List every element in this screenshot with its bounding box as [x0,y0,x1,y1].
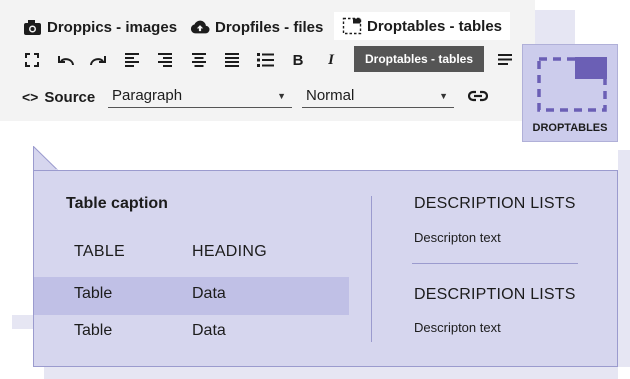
undo-icon [58,56,74,66]
align-right-button[interactable] [153,48,177,72]
bulleted-list-button[interactable] [253,48,277,72]
align-left-icon [125,53,139,67]
fullscreen-button[interactable] [20,48,44,72]
editor-toolbar: Droppics - images Dropfiles - files Drop… [0,0,535,121]
background-strip [12,315,34,329]
table-selection-icon [342,16,362,36]
block-format-value: Paragraph [112,87,183,104]
droppics-tab-label: Droppics - images [47,18,178,36]
droptables-button-label: DROPTABLES [532,122,608,134]
droptables-tab-label: Droptables - tables [367,17,503,35]
droptables-insert-button[interactable]: DROPTABLES [522,44,618,142]
more-button[interactable] [493,48,517,72]
code-icon: <> [22,89,39,105]
bulleted-list-icon [256,53,274,67]
align-justify-icon [225,53,239,67]
block-format-select[interactable]: Paragraph ▼ [108,84,292,108]
horizontal-divider [412,263,578,264]
background-strip [618,150,630,367]
fullscreen-icon [25,53,39,67]
table-cell: Data [192,322,226,339]
dropfiles-tab[interactable]: Dropfiles - files [190,15,323,39]
source-label: Source [44,88,96,106]
description-list-title: DESCRIPTION LISTS [414,195,576,212]
link-icon [468,90,488,102]
align-right-icon [158,53,172,67]
cloud-upload-icon [190,17,210,37]
redo-icon [90,56,106,66]
chevron-down-icon: ▼ [277,90,286,101]
font-size-select[interactable]: Normal ▼ [302,84,454,108]
font-size-value: Normal [306,87,355,104]
link-button[interactable] [466,84,490,108]
chevron-down-icon: ▼ [439,90,448,101]
more-icon [498,54,512,65]
description-list-text: Descripton text [414,320,501,335]
table-cell: Table [74,285,113,302]
camera-icon [22,17,42,37]
align-left-button[interactable] [120,48,144,72]
description-list-title: DESCRIPTION LISTS [414,286,576,303]
italic-button[interactable]: I [319,48,343,72]
bold-button[interactable]: B [286,48,310,72]
panel-pointer [33,146,59,172]
align-justify-button[interactable] [220,48,244,72]
description-list-text: Descripton text [414,230,501,245]
italic-icon: I [328,51,334,68]
table-selection-icon [537,57,607,112]
vertical-divider [371,196,372,342]
background-strip [44,367,618,379]
align-center-icon [192,53,206,67]
droptables-tooltip: Droptables - tables [354,46,484,72]
undo-button[interactable] [54,48,78,72]
droptables-tab[interactable]: Droptables - tables [334,12,511,40]
table-caption: Table caption [66,195,168,212]
bold-icon: B [292,51,304,69]
dropfiles-tab-label: Dropfiles - files [215,18,324,36]
table-header-cell: TABLE [74,243,125,260]
table-cell: Data [192,285,226,302]
table-cell: Table [74,322,113,339]
source-button[interactable]: <> Source [22,86,95,108]
droppics-tab[interactable]: Droppics - images [22,15,177,39]
redo-button[interactable] [86,48,110,72]
align-center-button[interactable] [187,48,211,72]
table-header-cell: HEADING [192,243,267,260]
